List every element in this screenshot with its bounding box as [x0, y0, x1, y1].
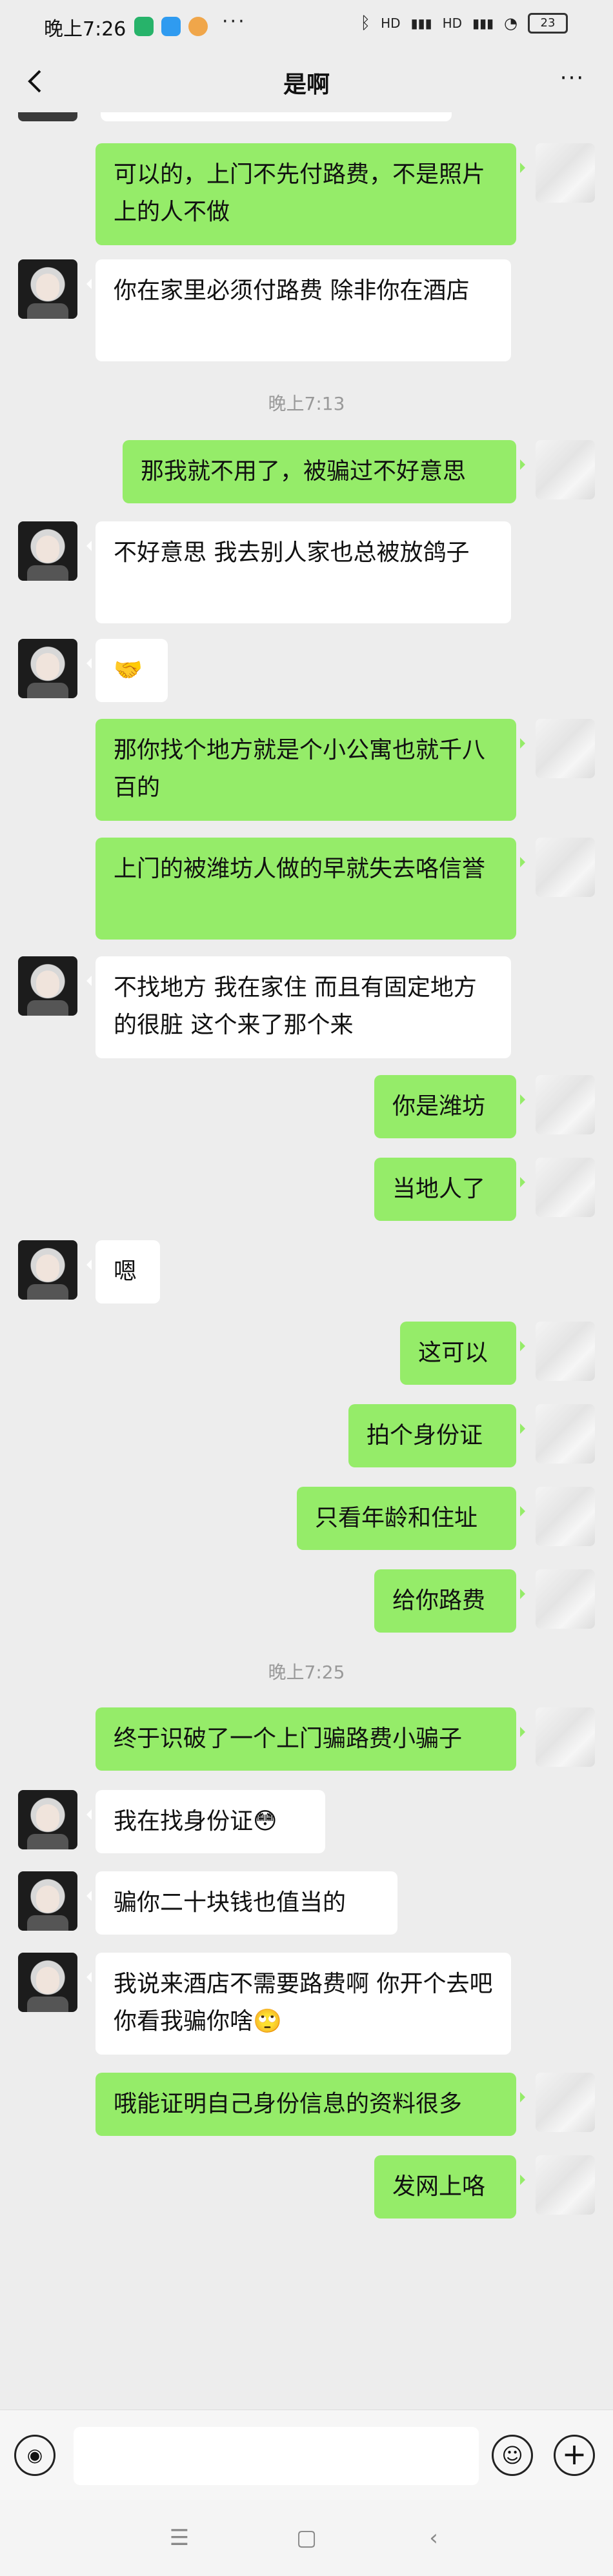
avatar-partial [18, 112, 77, 121]
contact-avatar[interactable] [18, 1871, 77, 1931]
incoming-message[interactable]: 不找地方 我在家住 而且有固定地方的很脏 这个来了那个来 [86, 956, 511, 1058]
my-avatar[interactable] [536, 143, 595, 203]
outgoing-message[interactable]: 只看年龄和住址 [297, 1487, 525, 1550]
chat-app-icon [161, 17, 181, 36]
menu-nav-button[interactable]: ☰ [160, 2522, 199, 2554]
avatar-face [36, 536, 59, 563]
my-avatar[interactable] [536, 1487, 595, 1546]
status-time: 晚上7:26 [44, 18, 126, 41]
my-avatar[interactable] [536, 1158, 595, 1217]
my-avatar[interactable] [536, 2073, 595, 2132]
message-partial [101, 112, 452, 121]
chat-title: 是啊 [283, 72, 330, 98]
my-avatar[interactable] [536, 1322, 595, 1381]
avatar-face [36, 1886, 59, 1913]
signal-1-label: HD [381, 15, 401, 31]
my-avatar[interactable] [536, 1075, 595, 1134]
outgoing-message[interactable]: 拍个身份证 [348, 1404, 525, 1467]
voice-icon: ◉ [26, 2444, 43, 2466]
outgoing-message[interactable]: 发网上咯 [374, 2155, 525, 2219]
incoming-message[interactable]: 不好意思 我去别人家也总被放鸽子 [86, 521, 511, 623]
outgoing-message[interactable]: 那我就不用了，被骗过不好意思 [123, 440, 525, 503]
my-avatar[interactable] [536, 1404, 595, 1464]
outgoing-message[interactable]: 你是潍坊 [374, 1075, 525, 1138]
timestamp: 晚上7:25 [268, 1662, 345, 1683]
outgoing-message[interactable]: 上门的被潍坊人做的早就失去咯信誉 [95, 838, 525, 940]
avatar-face [36, 1967, 59, 1994]
signal-2-label: HD [442, 15, 463, 31]
contact-avatar[interactable] [18, 1790, 77, 1849]
avatar-face [36, 1804, 59, 1831]
home-icon: ▢ [296, 2525, 317, 2551]
wifi-icon: ◔ [504, 14, 518, 32]
outgoing-message[interactable]: 当地人了 [374, 1158, 525, 1221]
contact-avatar[interactable] [18, 1240, 77, 1300]
avatar-scarf [27, 1284, 68, 1300]
incoming-message[interactable]: 🤝 [86, 639, 168, 702]
avatar-scarf [27, 1000, 68, 1016]
outgoing-message[interactable]: 这可以 [400, 1322, 525, 1385]
avatar-scarf [27, 565, 68, 581]
sprout-app-icon [188, 17, 208, 36]
more-button[interactable]: ··· [550, 65, 595, 94]
outgoing-message[interactable]: 那你找个地方就是个小公寓也就千八百的 [95, 719, 525, 821]
menu-icon: ☰ [169, 2525, 190, 2551]
avatar-scarf [27, 303, 68, 319]
avatar-scarf [27, 683, 68, 698]
outgoing-message[interactable]: 可以的，上门不先付路费，不是照片上的人不做 [95, 143, 525, 245]
bluetooth-icon: ᛒ [360, 14, 371, 33]
my-avatar[interactable] [536, 440, 595, 499]
back-nav-button[interactable]: ‹ [414, 2522, 453, 2554]
timestamp: 晚上7:13 [268, 393, 345, 414]
battery-indicator: 23 [528, 13, 568, 34]
avatar-face [36, 653, 59, 680]
chat-messages[interactable]: 可以的，上门不先付路费，不是照片上的人不做你在家里必须付路费 除非你在酒店晚上7… [0, 112, 613, 2410]
message-input[interactable] [74, 2427, 479, 2485]
contact-avatar[interactable] [18, 956, 77, 1016]
plus-button[interactable]: + [554, 2435, 595, 2476]
avatar-scarf [27, 1997, 68, 2012]
incoming-message[interactable]: 我在找身份证😳 [86, 1790, 325, 1853]
system-navigation-bar: ☰ ▢ ‹ [0, 2500, 613, 2576]
outgoing-message[interactable]: 哦能证明自己身份信息的资料很多 [95, 2073, 525, 2136]
plus-icon: + [561, 2437, 587, 2471]
status-more-dots: ··· [222, 10, 246, 33]
avatar-scarf [27, 1915, 68, 1931]
outgoing-message[interactable]: 给你路费 [374, 1569, 525, 1633]
emoji-button[interactable]: ☺ [492, 2435, 533, 2476]
incoming-message[interactable]: 骗你二十块钱也值当的 [86, 1871, 397, 1935]
input-bar: ◉ ☺ + [0, 2410, 613, 2501]
signal-bars-icon: ▮▮▮ [410, 15, 432, 31]
back-nav-icon: ‹ [429, 2525, 438, 2551]
avatar-scarf [27, 1834, 68, 1849]
avatar-face [36, 274, 59, 301]
my-avatar[interactable] [536, 2155, 595, 2215]
avatar-face [36, 1254, 59, 1282]
signal-bars-2-icon: ▮▮▮ [472, 15, 494, 31]
avatar-face [36, 971, 59, 998]
shield-app-icon [134, 17, 154, 36]
incoming-message[interactable]: 你在家里必须付路费 除非你在酒店 [86, 259, 511, 361]
incoming-message[interactable]: 我说来酒店不需要路费啊 你开个去吧 你看我骗你啥🙄 [86, 1953, 511, 2055]
contact-avatar[interactable] [18, 639, 77, 698]
outgoing-message[interactable]: 终于识破了一个上门骗路费小骗子 [95, 1707, 525, 1771]
contact-avatar[interactable] [18, 1953, 77, 2012]
home-nav-button[interactable]: ▢ [287, 2522, 326, 2554]
my-avatar[interactable] [536, 1707, 595, 1767]
incoming-message[interactable]: 嗯 [86, 1240, 160, 1303]
contact-avatar[interactable] [18, 521, 77, 581]
more-dots-icon: ··· [559, 65, 585, 91]
status-bar: 晚上7:26 ··· ᛒ HD ▮▮▮ HD ▮▮▮ ◔ 23 [0, 0, 613, 54]
emoji-icon: ☺ [501, 2443, 523, 2468]
my-avatar[interactable] [536, 719, 595, 778]
chat-header: 是啊 ··· [0, 54, 613, 112]
status-right-group: ᛒ HD ▮▮▮ HD ▮▮▮ ◔ 23 [360, 13, 568, 34]
voice-button[interactable]: ◉ [14, 2435, 55, 2476]
contact-avatar[interactable] [18, 259, 77, 319]
my-avatar[interactable] [536, 838, 595, 897]
my-avatar[interactable] [536, 1569, 595, 1629]
